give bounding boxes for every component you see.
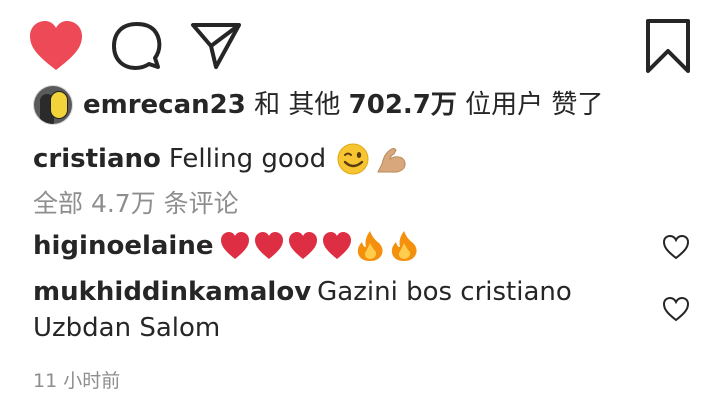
comment-item: higinoelaine xyxy=(33,228,643,264)
comment-icon[interactable] xyxy=(111,20,163,72)
comment-like-heart-icon[interactable] xyxy=(662,234,690,260)
red-heart-emoji-icon xyxy=(323,232,352,259)
likes-text: emrecan23 和 其他 702.7万 位用户 赞了 xyxy=(83,83,603,127)
winking-face-emoji-icon xyxy=(336,142,370,176)
fire-emojis xyxy=(355,229,419,263)
post-caption: cristiano Felling good xyxy=(33,139,408,179)
heart-emojis xyxy=(219,231,353,261)
liker-username[interactable]: emrecan23 xyxy=(83,90,246,120)
fire-emoji-icon xyxy=(358,231,384,261)
flexed-biceps-emoji-icon xyxy=(374,142,408,176)
view-all-comments-link[interactable]: 全部 4.7万 条评论 xyxy=(33,184,239,224)
post-action-bar xyxy=(0,0,720,90)
caption-username[interactable]: cristiano xyxy=(33,139,161,179)
post-timestamp: 11 小时前 xyxy=(33,370,121,392)
likes-suffix: 位用户 赞了 xyxy=(465,90,604,120)
post-footer: emrecan23 和 其他 702.7万 位用户 赞了 cristiano F… xyxy=(0,0,720,410)
red-heart-emoji-icon xyxy=(255,232,284,259)
likes-summary: emrecan23 和 其他 702.7万 位用户 赞了 xyxy=(33,83,603,127)
comment-item: mukhiddinkamalov Gazini bos cristiano Uzb… xyxy=(33,274,643,346)
red-heart-emoji-icon xyxy=(221,232,250,259)
liker-avatar[interactable] xyxy=(33,85,73,125)
caption-text: Felling good xyxy=(168,144,327,174)
likes-count[interactable]: 702.7万 xyxy=(349,90,457,120)
comment-username[interactable]: mukhiddinkamalov xyxy=(33,277,311,307)
fire-emoji-icon xyxy=(392,231,418,261)
paper-plane-icon[interactable] xyxy=(190,19,242,71)
bookmark-icon[interactable] xyxy=(644,18,692,74)
heart-filled-icon[interactable] xyxy=(28,20,84,72)
likes-and-text: 和 其他 xyxy=(254,90,341,120)
red-heart-emoji-icon xyxy=(289,232,318,259)
comment-username[interactable]: higinoelaine xyxy=(33,228,213,264)
comment-like-heart-icon[interactable] xyxy=(662,296,690,322)
